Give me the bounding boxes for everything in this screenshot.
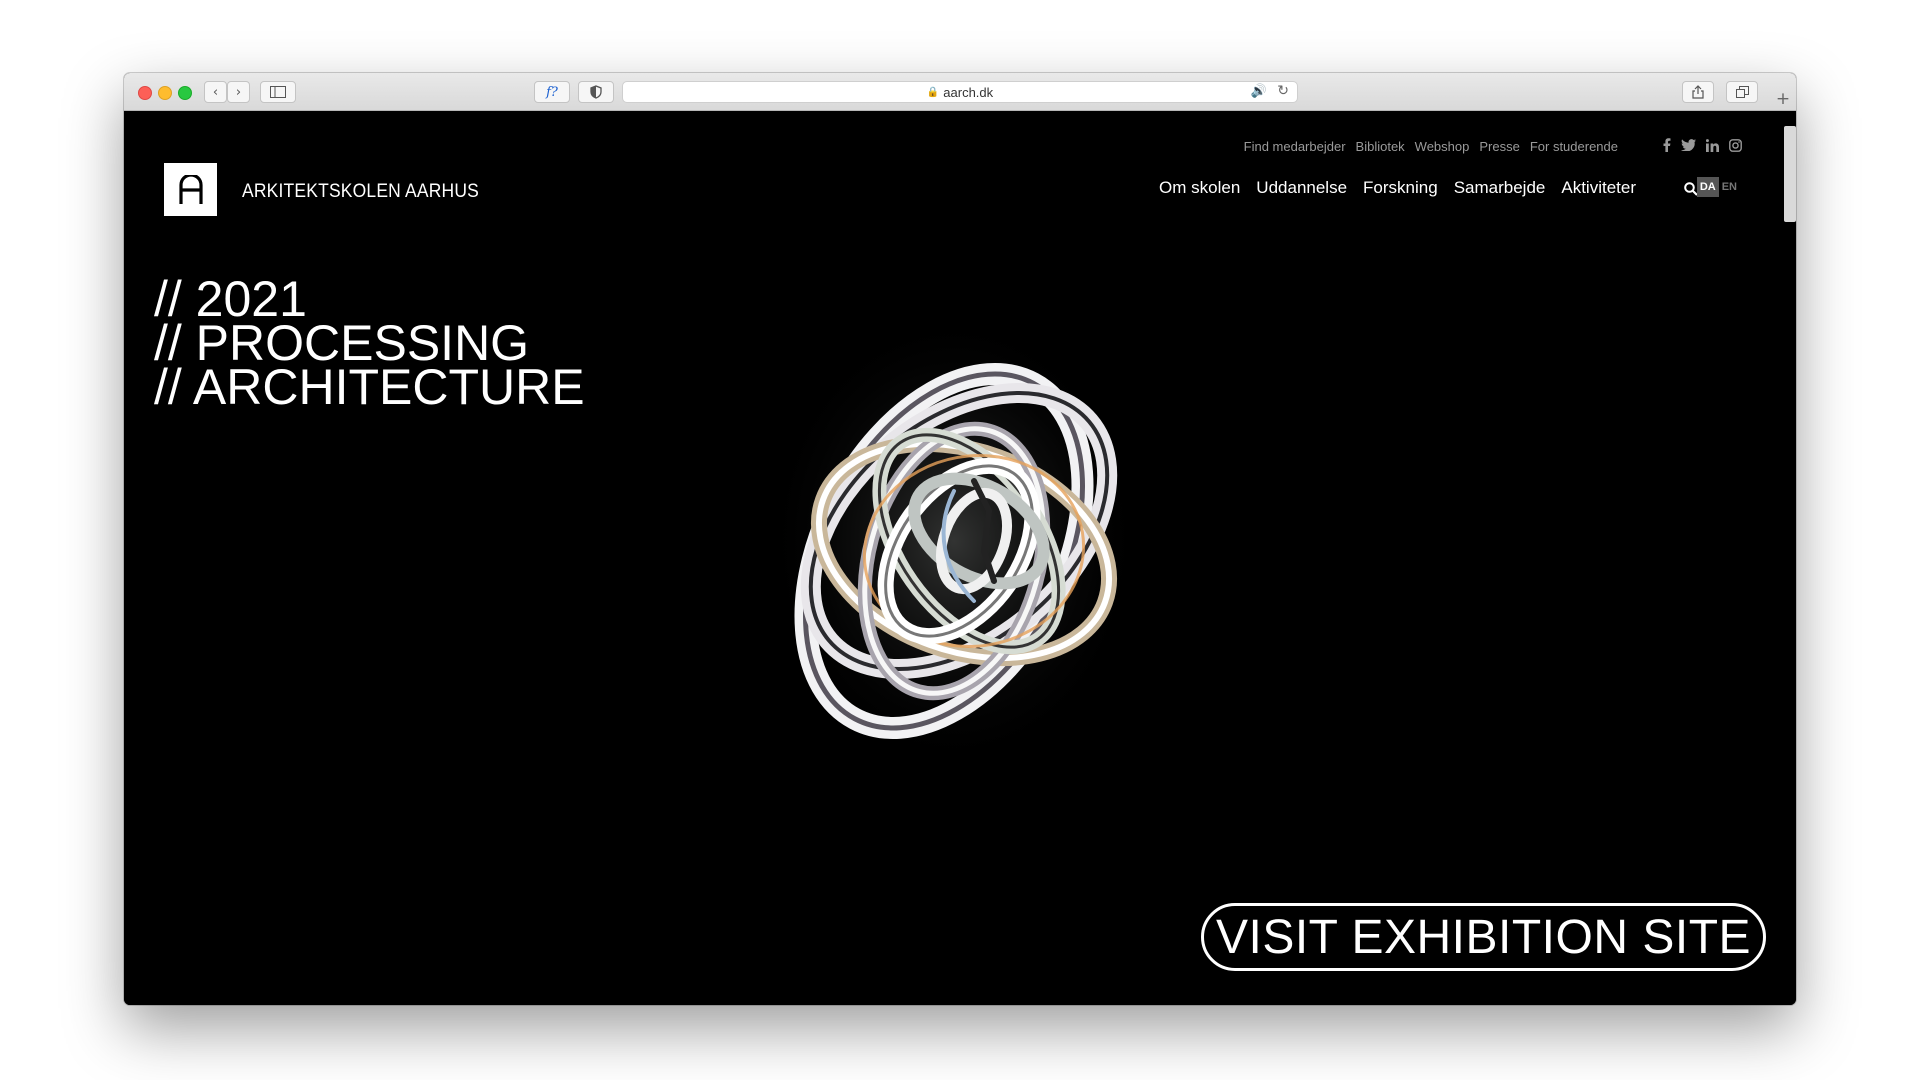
sidebar-icon: [270, 86, 286, 98]
nav-forskning[interactable]: Forskning: [1363, 178, 1438, 198]
sidebar-toggle-button[interactable]: [260, 81, 296, 103]
share-button[interactable]: [1682, 81, 1714, 103]
share-icon: [1692, 85, 1704, 99]
twitter-icon[interactable]: [1681, 139, 1696, 151]
new-tab-icon: +: [1775, 88, 1791, 109]
util-link-find-medarbejder[interactable]: Find medarbejder: [1244, 139, 1346, 154]
back-icon: ‹: [212, 84, 219, 100]
forward-button[interactable]: ›: [227, 81, 250, 103]
browser-window: ‹ › f? 🔒 aarch.dk 🔊 ↻ + ARKITEKTSKOLEN A…: [124, 73, 1796, 1005]
website-content: ARKITEKTSKOLEN AARHUS Find medarbejder B…: [124, 111, 1796, 1005]
forward-icon: ›: [235, 84, 242, 100]
brand-name[interactable]: ARKITEKTSKOLEN AARHUS: [242, 181, 479, 203]
util-link-bibliotek[interactable]: Bibliotek: [1356, 139, 1405, 154]
headline-line: // ARCHITECTURE: [154, 359, 585, 415]
lang-da[interactable]: DA: [1696, 177, 1719, 197]
util-link-webshop[interactable]: Webshop: [1415, 139, 1470, 154]
url-text: aarch.dk: [943, 84, 994, 100]
close-window-button[interactable]: [138, 86, 152, 100]
util-link-for-studerende[interactable]: For studerende: [1530, 139, 1618, 154]
nav-aktiviteter[interactable]: Aktiviteter: [1561, 178, 1636, 198]
privacy-shield-icon: [590, 85, 602, 99]
school-logo[interactable]: [164, 163, 217, 216]
hero-sculpture-image: [764, 311, 1144, 771]
visit-exhibition-button[interactable]: VISIT EXHIBITION SITE: [1201, 903, 1766, 971]
reader-extension-button[interactable]: f?: [534, 81, 570, 103]
reload-icon[interactable]: ↻: [1277, 83, 1289, 99]
page-scrollbar[interactable]: [1784, 126, 1796, 222]
facebook-icon[interactable]: [1663, 138, 1671, 152]
minimize-window-button[interactable]: [158, 86, 172, 100]
social-links: [1663, 138, 1742, 152]
tabs-overview-button[interactable]: [1726, 81, 1758, 103]
zoom-window-button[interactable]: [178, 86, 192, 100]
lang-en[interactable]: EN: [1719, 177, 1740, 197]
utility-nav: Find medarbejder Bibliotek Webshop Press…: [1244, 139, 1618, 154]
hero-headline: // 2021 // PROCESSING // ARCHITECTURE: [154, 274, 585, 415]
language-switch: DA EN: [1696, 177, 1740, 197]
nav-samarbejde[interactable]: Samarbejde: [1454, 178, 1546, 198]
browser-toolbar: ‹ › f? 🔒 aarch.dk 🔊 ↻ +: [124, 73, 1796, 111]
nav-uddannelse[interactable]: Uddannelse: [1256, 178, 1347, 198]
back-button[interactable]: ‹: [204, 81, 227, 103]
main-nav: Om skolen Uddannelse Forskning Samarbejd…: [1159, 178, 1636, 198]
speaker-icon[interactable]: 🔊: [1251, 84, 1267, 99]
nav-om-skolen[interactable]: Om skolen: [1159, 178, 1240, 198]
privacy-report-button[interactable]: [578, 81, 614, 103]
instagram-icon[interactable]: [1729, 138, 1742, 152]
linkedin-icon[interactable]: [1706, 138, 1719, 152]
lock-icon: 🔒: [926, 86, 940, 98]
new-tab-button[interactable]: +: [1770, 87, 1796, 110]
tabs-icon: [1735, 86, 1749, 98]
util-link-presse[interactable]: Presse: [1479, 139, 1519, 154]
address-bar[interactable]: 🔒 aarch.dk 🔊 ↻: [622, 81, 1298, 103]
logo-a-mark: [178, 174, 203, 204]
